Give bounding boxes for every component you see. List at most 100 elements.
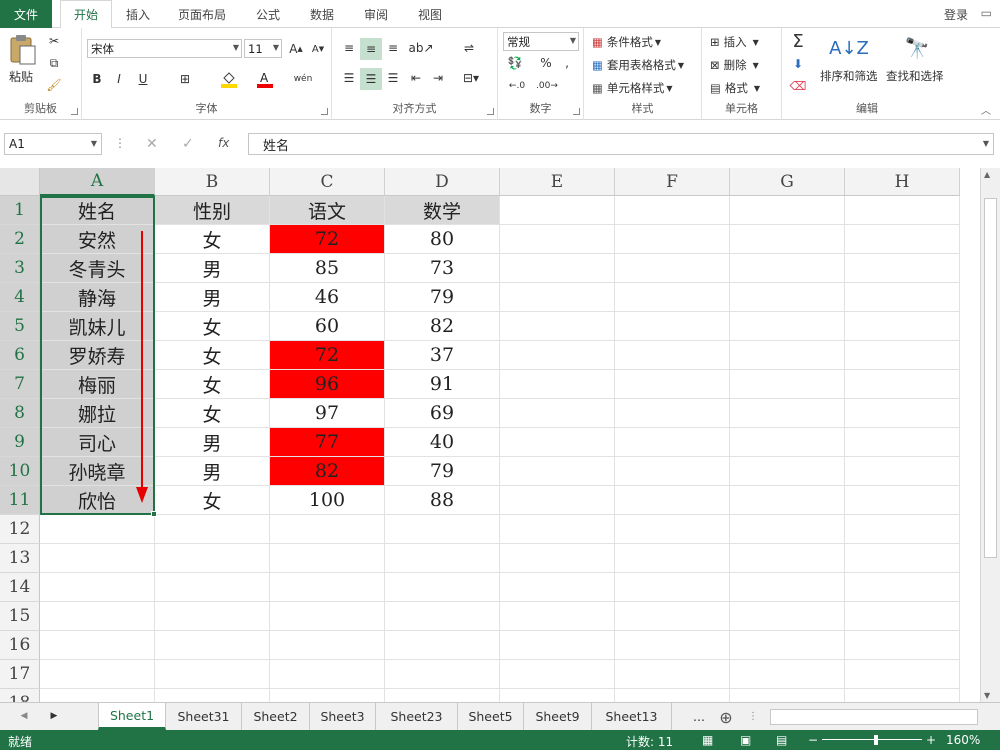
tab-insert[interactable]: 插入: [115, 0, 161, 28]
font-name-select[interactable]: 宋体 ▼: [87, 39, 242, 58]
tab-data[interactable]: 数据: [300, 0, 344, 28]
row-header-1[interactable]: 1: [0, 196, 40, 225]
cell-b4[interactable]: 男: [155, 283, 270, 312]
delete-cells-button[interactable]: ⊠ 删除 ▼: [710, 57, 759, 73]
cell-c4[interactable]: 46: [270, 283, 385, 312]
cell-b2[interactable]: 女: [155, 225, 270, 254]
align-right-icon[interactable]: ☰: [382, 68, 404, 88]
empty-cell[interactable]: [500, 573, 615, 602]
empty-cell[interactable]: [845, 457, 960, 486]
empty-cell[interactable]: [845, 544, 960, 573]
font-launcher-icon[interactable]: [321, 108, 328, 115]
cell-c8[interactable]: 97: [270, 399, 385, 428]
paste-icon[interactable]: [6, 32, 40, 68]
empty-cell[interactable]: [500, 544, 615, 573]
empty-cell[interactable]: [845, 631, 960, 660]
percent-button[interactable]: %: [538, 54, 554, 72]
cell-d2[interactable]: 80: [385, 225, 500, 254]
empty-cell[interactable]: [615, 544, 730, 573]
number-launcher-icon[interactable]: [573, 108, 580, 115]
cell-c6[interactable]: 72: [270, 341, 385, 370]
accounting-icon[interactable]: 💱: [504, 54, 526, 72]
paste-label[interactable]: 粘贴: [9, 68, 33, 85]
empty-cell[interactable]: [40, 660, 155, 689]
empty-cell[interactable]: [155, 602, 270, 631]
row-header-8[interactable]: 8: [0, 399, 40, 428]
empty-cell[interactable]: [385, 544, 500, 573]
increase-decimal-icon[interactable]: ←.0: [504, 76, 530, 96]
empty-cell[interactable]: [500, 428, 615, 457]
cell-d1[interactable]: 数学: [385, 196, 500, 225]
insert-function-icon[interactable]: fx: [218, 136, 229, 150]
empty-cell[interactable]: [40, 631, 155, 660]
orientation-icon[interactable]: ab↗: [408, 38, 434, 58]
phonetic-icon[interactable]: wén: [292, 68, 314, 90]
more-sheets-button[interactable]: ...: [688, 703, 710, 730]
cell-b9[interactable]: 男: [155, 428, 270, 457]
tab-split-icon[interactable]: ⋮: [748, 709, 758, 723]
sheet-tab-sheet23[interactable]: Sheet23: [376, 703, 458, 730]
cancel-icon[interactable]: ✕: [146, 136, 158, 152]
cell-c11[interactable]: 100: [270, 486, 385, 515]
empty-cell[interactable]: [615, 486, 730, 515]
cut-icon[interactable]: ✂: [44, 32, 64, 50]
empty-cell[interactable]: [730, 399, 845, 428]
decrease-decimal-icon[interactable]: .00→: [534, 76, 560, 96]
font-size-select[interactable]: 11 ▼: [244, 39, 282, 58]
row-header-17[interactable]: 17: [0, 660, 40, 689]
empty-cell[interactable]: [615, 457, 730, 486]
next-sheet-icon[interactable]: ▶: [48, 709, 60, 723]
cell-b1[interactable]: 性别: [155, 196, 270, 225]
empty-cell[interactable]: [270, 660, 385, 689]
copy-icon[interactable]: ⧉: [44, 54, 64, 72]
collapse-ribbon-icon[interactable]: ︿: [980, 103, 992, 117]
fill-icon[interactable]: ⬇: [786, 54, 810, 74]
empty-cell[interactable]: [615, 515, 730, 544]
sheet-tab-sheet13[interactable]: Sheet13: [592, 703, 672, 730]
empty-cell[interactable]: [40, 602, 155, 631]
row-header-10[interactable]: 10: [0, 457, 40, 486]
border-icon[interactable]: ⊞: [174, 69, 196, 89]
cell-a1[interactable]: 姓名: [40, 196, 155, 225]
autosum-icon[interactable]: Σ: [786, 30, 810, 52]
column-header-g[interactable]: G: [730, 168, 845, 196]
sheet-tab-sheet9[interactable]: Sheet9: [524, 703, 592, 730]
decrease-font-icon[interactable]: A ▼: [308, 39, 328, 59]
empty-cell[interactable]: [270, 544, 385, 573]
empty-cell[interactable]: [500, 225, 615, 254]
cell-c1[interactable]: 语文: [270, 196, 385, 225]
cell-b8[interactable]: 女: [155, 399, 270, 428]
increase-font-icon[interactable]: A ▲: [286, 39, 306, 59]
normal-view-icon[interactable]: ▦: [702, 733, 713, 747]
empty-cell[interactable]: [845, 486, 960, 515]
merge-center-icon[interactable]: ⊟▾: [458, 68, 484, 88]
column-header-d[interactable]: D: [385, 168, 500, 196]
sheet-tab-sheet5[interactable]: Sheet5: [458, 703, 524, 730]
row-header-5[interactable]: 5: [0, 312, 40, 341]
empty-cell[interactable]: [845, 225, 960, 254]
empty-cell[interactable]: [730, 457, 845, 486]
empty-cell[interactable]: [500, 602, 615, 631]
empty-cell[interactable]: [615, 631, 730, 660]
sort-filter-button[interactable]: 排序和筛选: [820, 68, 878, 84]
empty-cell[interactable]: [155, 544, 270, 573]
empty-cell[interactable]: [500, 515, 615, 544]
empty-cell[interactable]: [500, 486, 615, 515]
empty-cell[interactable]: [615, 399, 730, 428]
empty-cell[interactable]: [500, 631, 615, 660]
cell-c9[interactable]: 77: [270, 428, 385, 457]
empty-cell[interactable]: [270, 515, 385, 544]
comma-button[interactable]: ,: [560, 54, 574, 72]
cell-d11[interactable]: 88: [385, 486, 500, 515]
insert-cells-button[interactable]: ⊞ 插入 ▼: [710, 34, 759, 50]
page-break-view-icon[interactable]: ▤: [776, 733, 787, 747]
cell-c5[interactable]: 60: [270, 312, 385, 341]
empty-cell[interactable]: [385, 602, 500, 631]
empty-cell[interactable]: [500, 283, 615, 312]
empty-cell[interactable]: [845, 254, 960, 283]
empty-cell[interactable]: [730, 631, 845, 660]
cell-d5[interactable]: 82: [385, 312, 500, 341]
cell-c7[interactable]: 96: [270, 370, 385, 399]
cell-d7[interactable]: 91: [385, 370, 500, 399]
empty-cell[interactable]: [615, 370, 730, 399]
